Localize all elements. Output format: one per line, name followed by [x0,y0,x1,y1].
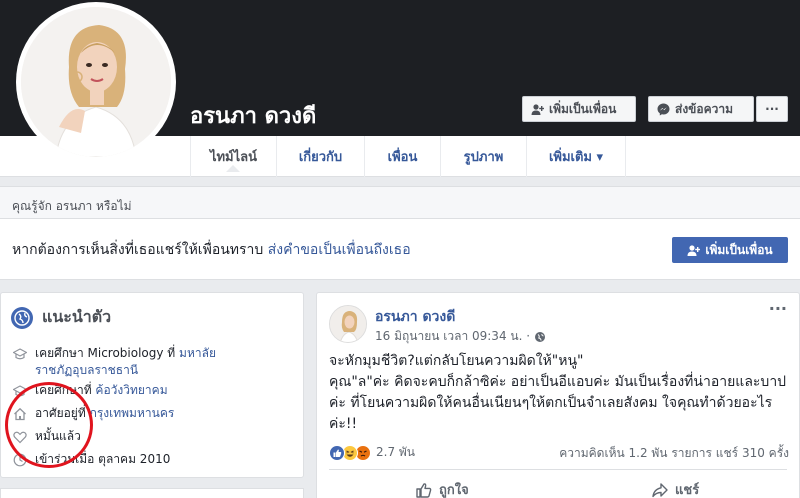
city-link[interactable]: กรุงเทพมหานคร [90,406,175,420]
share-label: แชร์ [675,483,700,498]
like-label: ถูกใจ [439,483,469,498]
more-options-button[interactable]: ··· [756,96,788,122]
messenger-icon [657,103,670,115]
reaction-count: 2.7 พัน [376,445,416,459]
friend-suggestion-text: หากต้องการเห็นสิ่งที่เธอแชร์ให้เพื่อนทรา… [12,239,411,261]
add-friend-icon [687,244,701,256]
intro-heading: แนะนำตัว [11,305,111,330]
more-dots-icon: ··· [765,102,779,116]
friend-suggestion-heading: คุณรู้จัก อรนภา หรือไม่ [0,187,800,219]
highlight-circle-annotation [5,382,93,468]
share-arrow-icon [652,482,668,497]
globe-icon [11,306,33,329]
add-friend-label: เพิ่มเป็นเพื่อน [549,101,617,116]
friend-suggestion-card: คุณรู้จัก อรนภา หรือไม่ หากต้องการเห็นสิ… [0,186,800,280]
profile-photo-image [21,7,171,157]
active-tab-indicator [226,165,240,172]
add-friend-primary-button[interactable]: เพิ่มเป็นเพื่อน [672,237,788,263]
add-friend-primary-label: เพิ่มเป็นเพื่อน [705,242,773,257]
tab-photos[interactable]: รูปภาพ [440,136,526,177]
intro-title: แนะนำตัว [42,307,112,326]
post-options-icon[interactable]: ··· [769,299,787,318]
tab-more[interactable]: เพิ่มเติม ▾ [526,136,626,177]
add-friend-icon [531,103,544,115]
add-friend-button[interactable]: เพิ่มเป็นเพื่อน [522,96,636,122]
profile-picture[interactable] [16,2,176,162]
thumbs-up-icon [416,482,432,498]
intro-education-prefix: เคยศึกษา Microbiology ที่ [35,346,180,360]
next-sidebar-card [0,488,304,498]
school-link[interactable]: ค้อวังวิทยาคม [95,383,167,397]
reaction-summary[interactable]: 2.7 พัน [329,443,415,462]
globe-privacy-icon [535,331,546,342]
send-message-button[interactable]: ส่งข้อความ [648,96,754,122]
intro-item-education: เคยศึกษา Microbiology ที่ มหาลัยราชภัฏอุ… [13,345,233,379]
profile-name[interactable]: อรนภา ดวงดี [190,98,316,133]
post-text: จะหักมุมชีวิต?แต่กลับโยนความผิดให้"หนู" … [329,353,787,432]
intro-education-text: เคยศึกษา Microbiology ที่ มหาลัยราชภัฏอุ… [35,345,233,379]
post-author-name[interactable]: อรนภา ดวงดี [375,306,455,328]
tab-friends[interactable]: เพื่อน [364,136,440,177]
like-reaction-icon [329,444,345,461]
like-button[interactable]: ถูกใจ [415,479,469,498]
avatar-image [330,306,366,342]
post-engagement-stats[interactable]: ความคิดเห็น 1.2 พัน รายการ แชร์ 310 ครั้… [559,444,789,463]
friend-suggestion-message: หากต้องการเห็นสิ่งที่เธอแชร์ให้เพื่อนทรา… [12,242,268,258]
post-timestamp[interactable]: 16 มิถุนายน เวลา 09:34 น. · [375,327,546,346]
send-message-label: ส่งข้อความ [675,101,734,116]
share-button[interactable]: แชร์ [651,479,699,498]
send-friend-request-link[interactable]: ส่งคำขอเป็นเพื่อนถึงเธอ [268,242,411,258]
graduation-cap-icon [13,348,27,360]
post-time-text: 16 มิถุนายน เวลา 09:34 น. · [375,329,531,343]
tab-about[interactable]: เกี่ยวกับ [276,136,364,177]
post-divider [329,469,787,470]
post-author-avatar[interactable] [329,305,367,343]
timeline-post: อรนภา ดวงดี 16 มิถุนายน เวลา 09:34 น. · … [316,292,800,498]
